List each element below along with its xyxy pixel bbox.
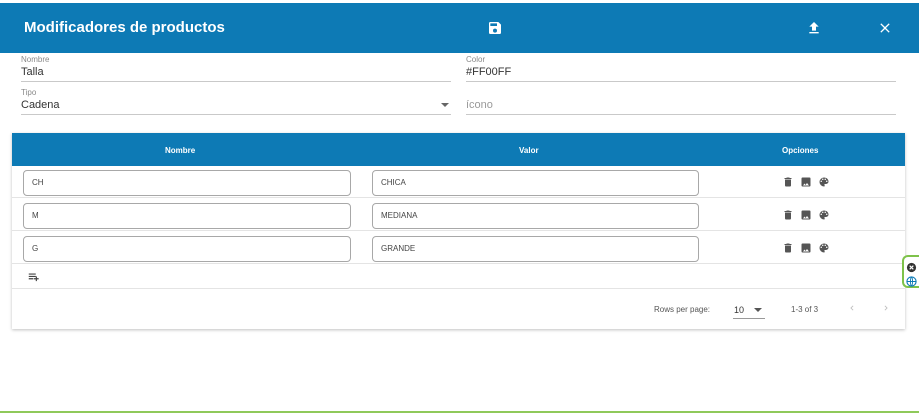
row-nombre-input[interactable]: M bbox=[23, 203, 351, 229]
delete-icon[interactable] bbox=[782, 242, 794, 254]
tipo-value[interactable]: Cadena bbox=[21, 98, 451, 115]
add-row-button[interactable] bbox=[27, 270, 43, 284]
column-header-valor: Valor bbox=[519, 146, 539, 155]
image-icon[interactable] bbox=[800, 176, 812, 188]
row-valor-input[interactable]: GRANDE bbox=[372, 236, 699, 262]
row-valor-input[interactable]: CHICA bbox=[372, 170, 699, 196]
chevron-right-icon bbox=[884, 305, 888, 311]
table-row: CH CHICA bbox=[12, 166, 905, 198]
table-header: Nombre Valor Opciones bbox=[12, 133, 905, 166]
playlist-add-icon bbox=[28, 273, 39, 282]
image-icon[interactable] bbox=[800, 209, 812, 221]
color-label: Color bbox=[466, 55, 486, 64]
rows-per-page-select[interactable]: 10 bbox=[733, 299, 765, 319]
palette-icon[interactable] bbox=[818, 242, 830, 254]
chevron-down-icon bbox=[754, 308, 762, 312]
rows-per-page-value: 10 bbox=[734, 305, 745, 315]
color-field[interactable]: Color #FF00FF bbox=[466, 55, 896, 82]
close-button[interactable] bbox=[873, 16, 897, 40]
row-options bbox=[782, 176, 830, 188]
color-input[interactable]: #FF00FF bbox=[466, 65, 896, 82]
nombre-input[interactable]: Talla bbox=[21, 65, 451, 82]
save-button[interactable] bbox=[483, 16, 507, 40]
nombre-field[interactable]: Nombre Talla bbox=[21, 55, 451, 82]
row-nombre-input[interactable]: CH bbox=[23, 170, 351, 196]
upload-icon bbox=[809, 22, 819, 34]
modifiers-table: Nombre Valor Opciones CH CHICA M MEDIANA… bbox=[12, 133, 905, 329]
row-nombre-input[interactable]: G bbox=[23, 236, 351, 262]
side-widget bbox=[902, 255, 919, 288]
row-options bbox=[782, 209, 830, 221]
dialog-header: Modificadores de productos bbox=[0, 3, 919, 53]
rows-per-page-label: Rows per page: bbox=[654, 305, 711, 314]
column-header-nombre: Nombre bbox=[165, 146, 196, 155]
upload-button[interactable] bbox=[802, 16, 826, 40]
dialog: Modificadores de productos Nombre Talla … bbox=[0, 0, 919, 414]
row-valor-input[interactable]: MEDIANA bbox=[372, 203, 699, 229]
chevron-left-icon bbox=[850, 305, 854, 311]
table-row: G GRANDE bbox=[12, 232, 905, 264]
chevron-down-icon[interactable] bbox=[441, 103, 449, 107]
palette-icon[interactable] bbox=[818, 209, 830, 221]
nombre-label: Nombre bbox=[21, 55, 50, 64]
icono-field[interactable]: ícono bbox=[466, 88, 896, 115]
tipo-select[interactable]: Tipo Cadena bbox=[21, 88, 451, 115]
delete-icon[interactable] bbox=[782, 176, 794, 188]
row-options bbox=[782, 242, 830, 254]
dialog-title: Modificadores de productos bbox=[24, 19, 225, 36]
delete-icon[interactable] bbox=[782, 209, 794, 221]
table-pagination: Rows per page: 10 1-3 of 3 bbox=[12, 289, 905, 329]
page-range: 1-3 of 3 bbox=[791, 305, 819, 314]
image-icon[interactable] bbox=[800, 242, 812, 254]
table-row: M MEDIANA bbox=[12, 199, 905, 231]
next-page-button[interactable] bbox=[878, 300, 894, 316]
tipo-label: Tipo bbox=[21, 88, 37, 97]
icono-input[interactable]: ícono bbox=[466, 98, 896, 115]
column-header-opciones: Opciones bbox=[782, 146, 819, 155]
save-icon bbox=[489, 22, 501, 34]
palette-icon[interactable] bbox=[818, 176, 830, 188]
globe-icon[interactable] bbox=[906, 274, 917, 287]
close-circle-icon[interactable] bbox=[906, 260, 917, 273]
close-icon bbox=[880, 23, 890, 33]
previous-page-button[interactable] bbox=[844, 300, 860, 316]
bottom-divider bbox=[0, 411, 919, 413]
